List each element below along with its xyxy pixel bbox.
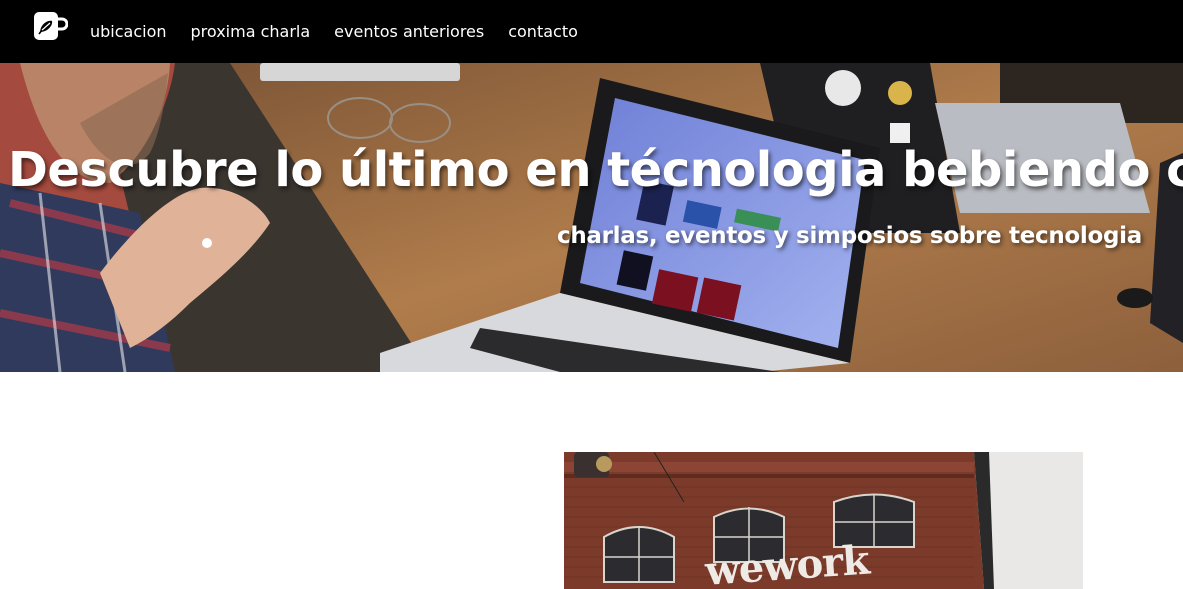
wework-sign-text: wework <box>703 536 871 589</box>
hero-background-image <box>0 63 1183 372</box>
hero-title: Descubre lo último en técnologia bebiend… <box>8 142 1183 198</box>
coffee-mug-logo-icon[interactable] <box>32 10 69 44</box>
top-navbar: ubicacion proxima charla eventos anterio… <box>0 0 1183 63</box>
hero-subtitle: charlas, eventos y simposios sobre tecno… <box>556 223 1142 249</box>
nav-link-ubicacion[interactable]: ubicacion <box>90 23 167 40</box>
wework-building-photo: wework <box>564 452 1083 589</box>
nav-links: ubicacion proxima charla eventos anterio… <box>90 0 602 63</box>
nav-link-proxima-charla[interactable]: proxima charla <box>191 23 311 40</box>
hero-banner: Descubre lo último en técnologia bebiend… <box>0 63 1183 372</box>
nav-link-eventos-anteriores[interactable]: eventos anteriores <box>334 23 484 40</box>
nav-link-contacto[interactable]: contacto <box>508 23 578 40</box>
